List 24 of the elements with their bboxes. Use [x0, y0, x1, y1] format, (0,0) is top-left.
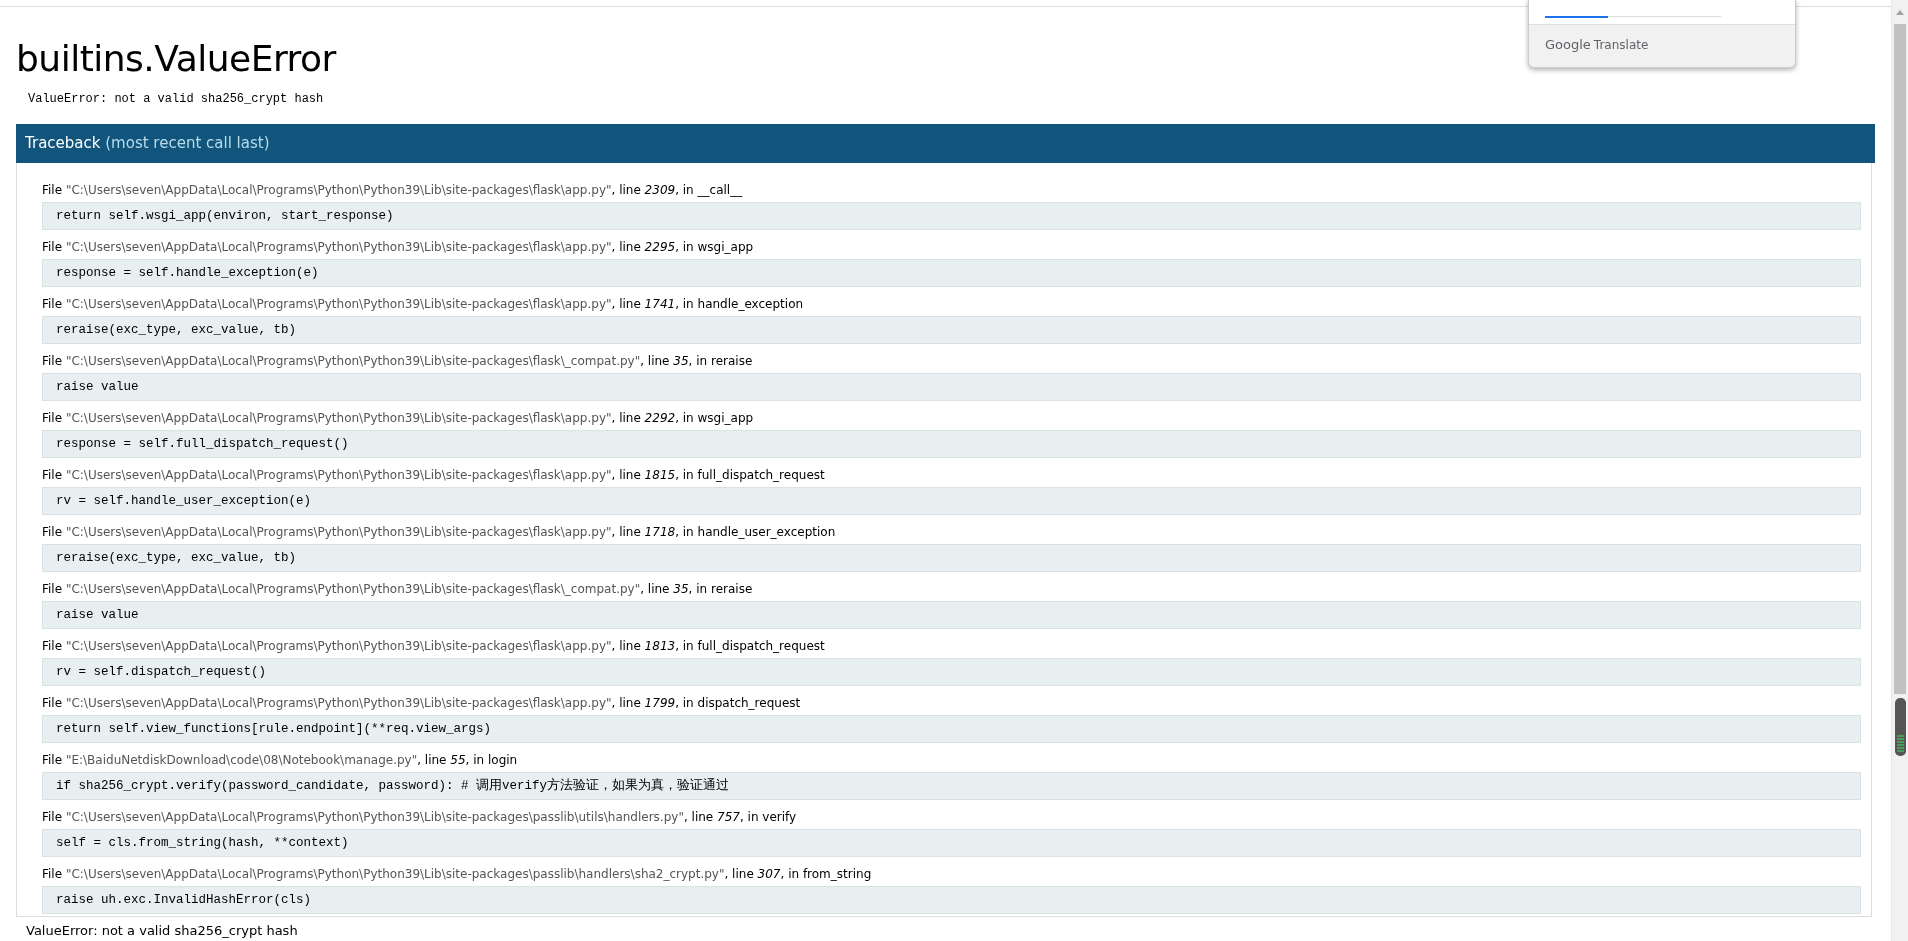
error-message: ValueError: not a valid sha256_crypt hash [26, 921, 299, 940]
translate-label: Translate [1593, 38, 1649, 52]
frame-location: File "C:\Users\seven\AppData\Local\Programs\Python\Python39\Lib\site-packages\flask\app.py", line 1718, in handle_user_exception [42, 523, 837, 540]
traceback-title: Traceback [25, 134, 101, 153]
frame-location: File "C:\Users\seven\AppData\Local\Programs\Python\Python39\Lib\site-packages\flask\app.py", line 2295, in wsgi_app [42, 238, 755, 255]
traceback-note: (most recent call last) [105, 134, 270, 153]
frame-location: File "C:\Users\seven\AppData\Local\Programs\Python\Python39\Lib\site-packages\flask\_compat.py", line 35, in reraise [42, 352, 754, 369]
meter-icon [1895, 698, 1906, 756]
frame-location: File "C:\Users\seven\AppData\Local\Programs\Python\Python39\Lib\site-packages\passlib\utils\handlers.py", line 757, in verify [42, 808, 798, 825]
scroll-thumb[interactable] [1894, 24, 1906, 694]
frame-location: File "C:\Users\seven\AppData\Local\Programs\Python\Python39\Lib\site-packages\flask\_compat.py", line 35, in reraise [42, 580, 754, 597]
error-title: builtins.ValueError [16, 37, 336, 81]
frame-location: File "C:\Users\seven\AppData\Local\Programs\Python\Python39\Lib\site-packages\flask\app.py", line 1815, in full_dispatch_request [42, 466, 826, 483]
scrollbar[interactable] [1891, 0, 1908, 941]
frame-location: File "C:\Users\seven\AppData\Local\Programs\Python\Python39\Lib\site-packages\passlib\handlers\sha2_crypt.py", line 307, in from_string [42, 865, 873, 882]
frame-location: File "E:\BaiduNetdiskDownload\code\08\Notebook\manage.py", line 55, in login [42, 751, 519, 768]
scroll-up-icon[interactable] [1896, 10, 1904, 15]
frame-location: File "C:\Users\seven\AppData\Local\Programs\Python\Python39\Lib\site-packages\flask\app.py", line 1741, in handle_exception [42, 295, 805, 312]
error-message: ValueError: not a valid sha256_crypt hash [28, 91, 325, 109]
frame-location: File "C:\Users\seven\AppData\Local\Programs\Python\Python39\Lib\site-packages\flask\app.py", line 2309, in __call__ [42, 181, 744, 198]
translate-logo: Google [1545, 37, 1591, 52]
frame-location: File "C:\Users\seven\AppData\Local\Programs\Python\Python39\Lib\site-packages\flask\app.py", line 1813, in full_dispatch_request [42, 637, 826, 654]
frame-location: File "C:\Users\seven\AppData\Local\Programs\Python\Python39\Lib\site-packages\flask\app.py", line 1799, in dispatch_request [42, 694, 802, 711]
frame-location: File "C:\Users\seven\AppData\Local\Programs\Python\Python39\Lib\site-packages\flask\app.py", line 2292, in wsgi_app [42, 409, 755, 426]
